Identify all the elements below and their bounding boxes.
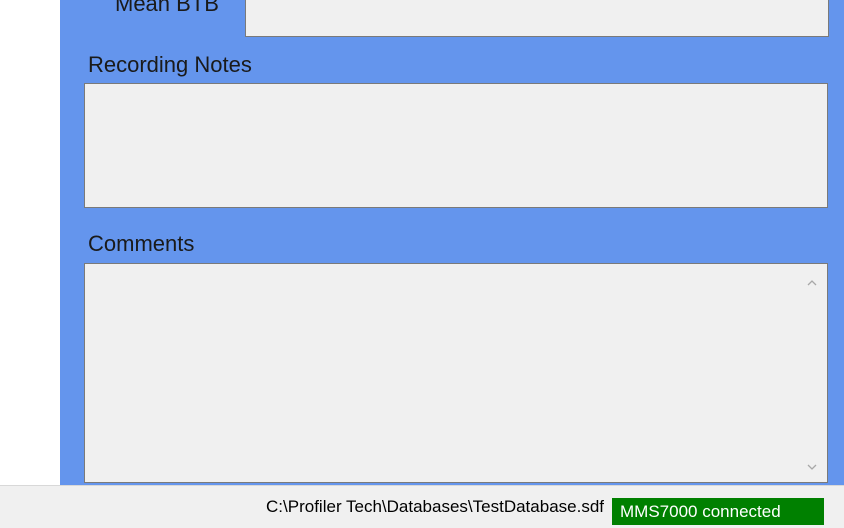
database-path: C:\Profiler Tech\Databases\TestDatabase.…: [266, 497, 604, 516]
recording-notes-field[interactable]: [84, 83, 828, 208]
comments-field[interactable]: [84, 263, 828, 483]
recording-notes-label: Recording Notes: [88, 52, 252, 77]
chevron-up-icon[interactable]: [805, 276, 819, 290]
comments-label: Comments: [88, 231, 195, 256]
chevron-down-icon[interactable]: [805, 460, 819, 474]
mean-btb-field[interactable]: [245, 0, 829, 37]
connection-status-badge: MMS7000 connected: [612, 498, 824, 525]
mean-btb-label: Mean BTB: [115, 0, 219, 16]
